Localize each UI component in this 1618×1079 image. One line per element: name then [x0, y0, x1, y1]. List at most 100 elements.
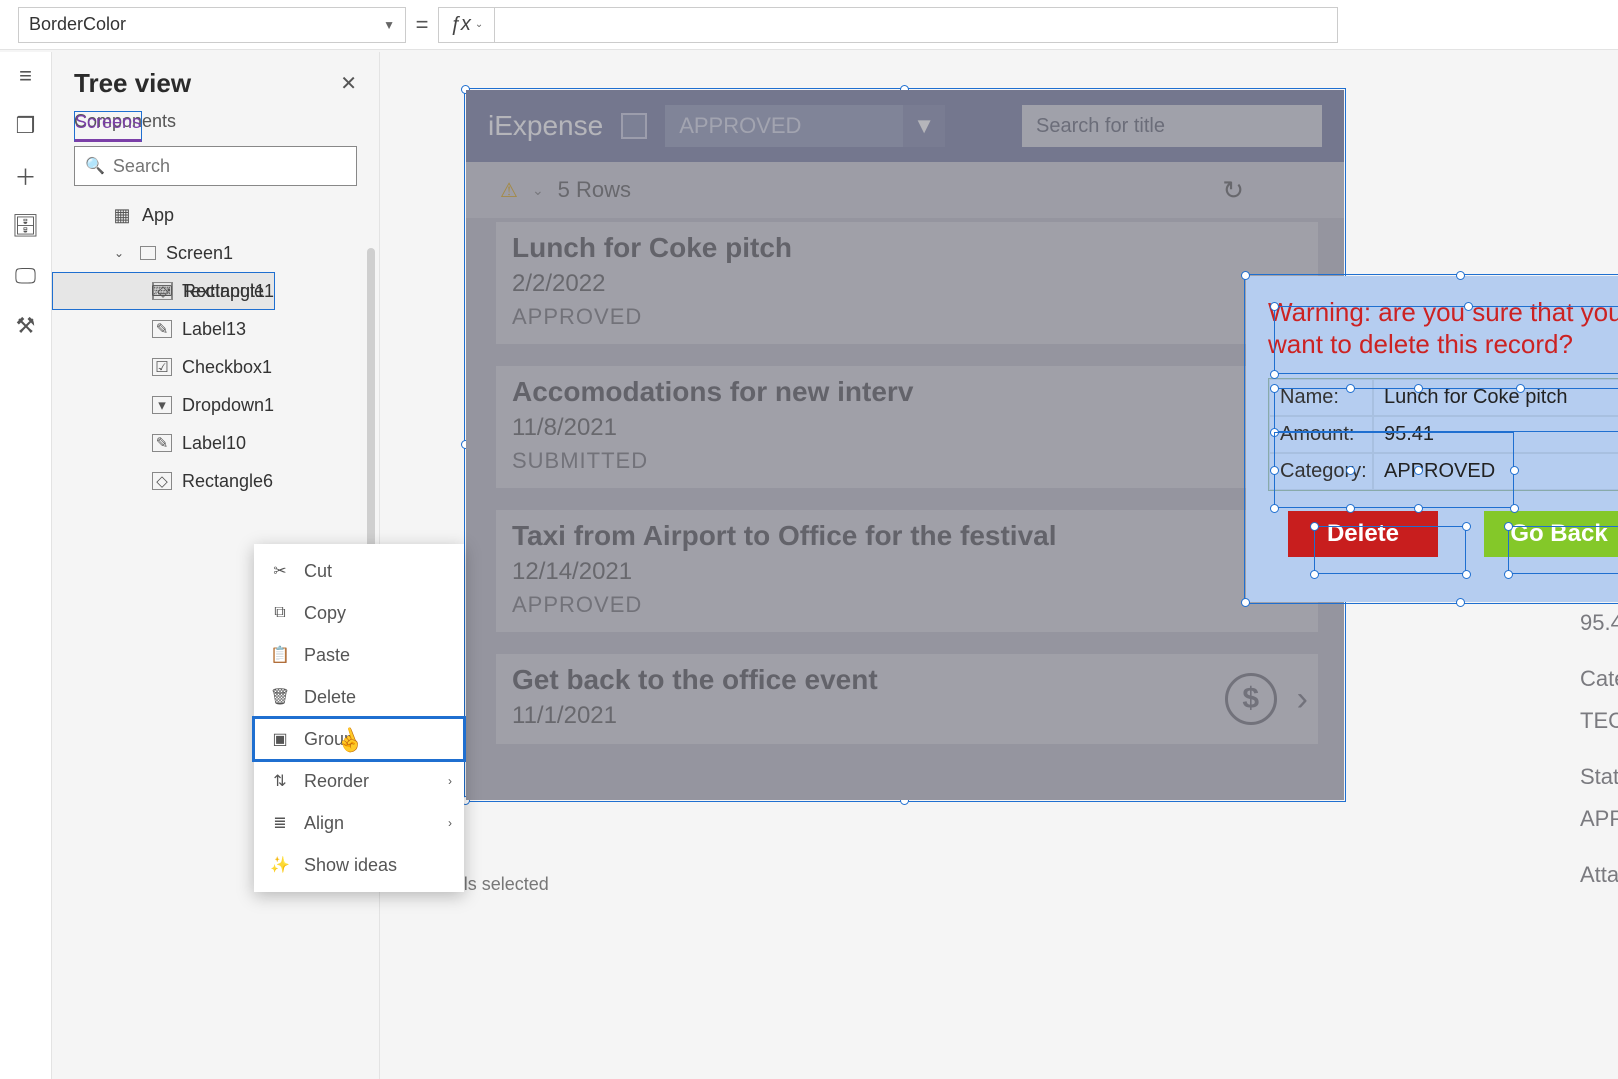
data-icon[interactable]: 🗄: [12, 212, 40, 240]
menu-delete[interactable]: 🗑Delete: [254, 676, 464, 718]
selection-handle[interactable]: [1504, 570, 1513, 579]
node-checkbox1[interactable]: ☑ Checkbox1: [52, 348, 379, 386]
app-icon: ▦: [112, 206, 132, 224]
screen-icon: [140, 246, 156, 260]
selection-handle[interactable]: [1414, 384, 1423, 393]
hamburger-icon[interactable]: ≡: [12, 62, 40, 90]
tree-nodes: ▦ App ⌄ Screen1 ▭Button2… ▭Button1… ✎Lab…: [52, 196, 379, 500]
tree-scrollbar[interactable]: [367, 248, 375, 568]
chevron-right-icon: ›: [448, 774, 452, 788]
node-label13[interactable]: ✎Label13: [52, 310, 379, 348]
formula-input[interactable]: [494, 7, 1338, 43]
selection-handle[interactable]: [1241, 271, 1250, 280]
tree-search-input[interactable]: [113, 156, 346, 177]
selection-handle[interactable]: [1270, 466, 1279, 475]
menu-label: Delete: [304, 687, 356, 708]
selection-handle[interactable]: [1270, 384, 1279, 393]
menu-reorder[interactable]: ⇅ Reorder ›: [254, 760, 464, 802]
node-screen1[interactable]: ⌄ Screen1: [52, 234, 379, 272]
detail-key: Status: [1580, 756, 1618, 798]
textinput-icon: ⌨: [152, 282, 172, 300]
node-label: TextInput1: [182, 281, 265, 302]
selection-box: [1274, 306, 1618, 374]
menu-label: Cut: [304, 561, 332, 582]
node-app[interactable]: ▦ App: [52, 196, 379, 234]
node-label10[interactable]: ✎Label10: [52, 424, 379, 462]
media-icon[interactable]: 🖵: [12, 262, 40, 290]
detail-key: Category: [1580, 658, 1618, 700]
selection-handle[interactable]: [1346, 384, 1355, 393]
label-icon: ✎: [152, 434, 172, 452]
tree-search[interactable]: 🔍: [74, 146, 357, 186]
menu-align[interactable]: ≣ Align ›: [254, 802, 464, 844]
menu-cut[interactable]: ✂ Cut: [254, 550, 464, 592]
tools-icon[interactable]: ⚒: [12, 312, 40, 340]
menu-show-ideas[interactable]: ✨ Show ideas: [254, 844, 464, 886]
property-dropdown-value: BorderColor: [29, 14, 126, 35]
rect-icon: ◇: [152, 472, 172, 490]
canvas-area: iExpense APPROVED ▼ Search for title ⚠ ⌄…: [380, 50, 1618, 1079]
selection-handle[interactable]: [1270, 302, 1279, 311]
selection-handle[interactable]: [1462, 570, 1471, 579]
property-dropdown[interactable]: BorderColor ▼: [18, 7, 406, 43]
selection-handle[interactable]: [1241, 598, 1250, 607]
paste-icon: 📋: [270, 645, 290, 665]
ideas-icon: ✨: [270, 855, 290, 875]
node-rectangle6[interactable]: ◇ Rectangle6: [52, 462, 379, 500]
selection-handle[interactable]: [1510, 466, 1519, 475]
search-icon: 🔍: [85, 156, 105, 176]
selection-handle[interactable]: [1346, 466, 1355, 475]
selection-handle[interactable]: [1310, 522, 1319, 531]
node-label: Checkbox1: [182, 357, 272, 378]
node-label: Label13: [182, 319, 246, 340]
app-preview: iExpense APPROVED ▼ Search for title ⚠ ⌄…: [466, 90, 1344, 800]
selection-handle[interactable]: [1346, 504, 1355, 513]
chevron-down-icon: ▼: [383, 18, 395, 32]
align-icon: ≣: [270, 813, 290, 833]
node-dropdown1[interactable]: ▾ Dropdown1: [52, 386, 379, 424]
selection-handle[interactable]: [1516, 384, 1525, 393]
detail-value: APPROVED: [1580, 798, 1618, 840]
detail-value: TECHNOLOGY: [1580, 700, 1618, 742]
selection-handle[interactable]: [1310, 570, 1319, 579]
selection-handle[interactable]: [1456, 271, 1465, 280]
chevron-down-icon: ⌄: [475, 19, 483, 30]
menu-paste[interactable]: 📋Paste: [254, 634, 464, 676]
selection-handle[interactable]: [1414, 466, 1423, 475]
selection-handle[interactable]: [1504, 522, 1513, 531]
selection-handle[interactable]: [1464, 302, 1473, 311]
node-label: Screen1: [166, 243, 233, 264]
selection-handle[interactable]: [1462, 522, 1471, 531]
selection-handle[interactable]: [1510, 504, 1519, 513]
node-textinput1[interactable]: ⌨ TextInput1: [52, 272, 379, 310]
tab-screens[interactable]: Screens: [74, 111, 142, 142]
dialog-selection: Warning: are you sure that you want to d…: [1246, 276, 1618, 602]
dropdown-icon: ▾: [152, 396, 172, 414]
menu-label: Reorder: [304, 771, 369, 792]
reorder-icon: ⇅: [270, 771, 290, 791]
menu-label: Align: [304, 813, 344, 834]
selection-handle[interactable]: [1270, 370, 1279, 379]
tree-view-icon[interactable]: ❒: [12, 112, 40, 140]
checkbox-icon: ☑: [152, 358, 172, 376]
selection-box: [1314, 526, 1466, 574]
menu-label: Show ideas: [304, 855, 397, 876]
selection-handle[interactable]: [1414, 504, 1423, 513]
node-label: Dropdown1: [182, 395, 274, 416]
selection-handle[interactable]: [1456, 598, 1465, 607]
details-panel: 95.41 Category TECHNOLOGY Status APPROVE…: [1580, 602, 1618, 896]
selection-handle[interactable]: [1270, 504, 1279, 513]
detail-value: 95.41: [1580, 602, 1618, 644]
close-icon[interactable]: ✕: [340, 71, 357, 96]
left-rail: ≡ ❒ ＋ 🗄 🖵 ⚒: [0, 52, 52, 1079]
cut-icon: ✂: [270, 561, 290, 581]
selection-box: [1274, 432, 1514, 508]
fx-icon: ƒx: [450, 13, 471, 36]
node-label: Rectangle6: [182, 471, 273, 492]
add-icon[interactable]: ＋: [12, 162, 40, 190]
group-icon: ▣: [270, 729, 290, 749]
chevron-down-icon[interactable]: ⌄: [114, 246, 124, 260]
menu-copy[interactable]: ⧉Copy: [254, 592, 464, 634]
fx-button[interactable]: ƒx ⌄: [438, 7, 494, 43]
chevron-right-icon: ›: [448, 816, 452, 830]
